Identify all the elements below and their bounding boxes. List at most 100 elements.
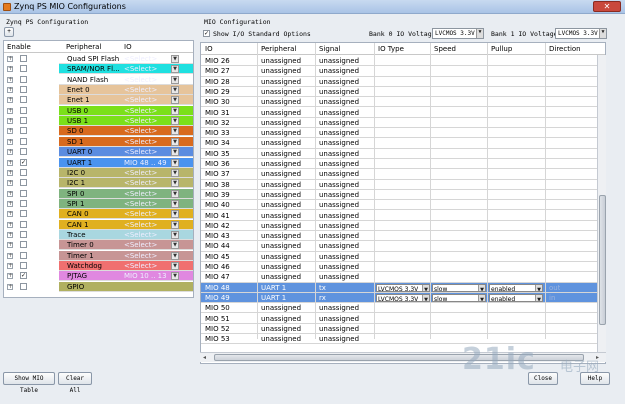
io-dropdown-icon[interactable]: ▼ <box>171 179 179 188</box>
peripheral-row[interactable]: + Quad SPI Flash <Select> ▼ <box>4 54 193 64</box>
peripheral-row[interactable]: + CAN 1 <Select> ▼ <box>4 219 193 230</box>
peripheral-row[interactable]: + Timer 1 <Select> ▼ <box>4 250 193 261</box>
io-dropdown-icon[interactable]: ▼ <box>171 148 179 157</box>
peripheral-row[interactable]: + SRAM/NOR Fl... <Select> ▼ <box>4 64 193 75</box>
expand-icon[interactable]: + <box>7 76 13 83</box>
enable-checkbox[interactable]: ✓ <box>20 158 27 166</box>
enable-checkbox[interactable] <box>20 148 27 156</box>
show-io-standard-checkbox[interactable]: ✓ <box>203 30 210 37</box>
bank1-dropdown-icon[interactable]: ▼ <box>599 29 606 38</box>
mio-table-horizontal-scrollbar[interactable]: ◂ ▸ <box>200 352 606 362</box>
peripheral-row[interactable]: + Trace <Select> ▼ <box>4 229 193 240</box>
enable-checkbox[interactable] <box>20 230 27 238</box>
enable-checkbox[interactable] <box>20 127 27 135</box>
enable-checkbox[interactable] <box>20 199 27 207</box>
enable-checkbox[interactable] <box>20 179 27 187</box>
peripheral-row[interactable]: + NAND Flash <Select> ▼ <box>4 74 193 85</box>
io-dropdown-icon[interactable]: ▼ <box>171 158 179 167</box>
show-mio-table-button[interactable]: Show MIO Table <box>3 372 55 394</box>
enable-checkbox[interactable] <box>20 210 27 218</box>
expand-icon[interactable]: + <box>7 138 13 145</box>
enable-checkbox[interactable]: ✓ <box>20 272 27 280</box>
expand-icon[interactable]: + <box>7 242 13 249</box>
io-dropdown-icon[interactable]: ▼ <box>171 262 179 270</box>
expand-icon[interactable]: + <box>7 128 13 135</box>
bank0-dropdown-icon[interactable]: ▼ <box>476 29 483 38</box>
window-close-button[interactable]: ✕ <box>593 1 621 12</box>
io-dropdown-icon[interactable]: ▼ <box>171 220 179 229</box>
expand-all-button[interactable]: + <box>4 27 14 37</box>
enable-checkbox[interactable] <box>20 262 27 269</box>
clear-all-button[interactable]: Clear All <box>58 372 92 394</box>
speed-select[interactable]: slow ▼ <box>432 293 486 302</box>
io-dropdown-icon[interactable]: ▼ <box>171 127 179 136</box>
io-dropdown-icon[interactable]: ▼ <box>171 65 179 74</box>
peripheral-row[interactable]: + SD 0 <Select> ▼ <box>4 126 193 137</box>
expand-icon[interactable]: + <box>7 200 13 207</box>
io-dropdown-icon[interactable]: ▼ <box>171 86 179 95</box>
mio-table-vertical-scrollbar[interactable] <box>597 55 606 352</box>
expand-icon[interactable]: + <box>7 231 13 238</box>
scroll-left-icon[interactable]: ◂ <box>203 354 206 361</box>
io-dropdown-icon[interactable]: ▼ <box>171 230 179 239</box>
peripheral-row[interactable]: + UART 0 <Select> ▼ <box>4 147 193 158</box>
expand-icon[interactable]: + <box>7 263 13 269</box>
expand-icon[interactable]: + <box>7 87 13 94</box>
io-dropdown-icon[interactable]: ▼ <box>171 210 179 219</box>
enable-checkbox[interactable] <box>20 75 27 83</box>
peripheral-row[interactable]: + SD 1 <Select> ▼ <box>4 136 193 147</box>
peripheral-row[interactable]: + Timer 0 <Select> ▼ <box>4 240 193 251</box>
enable-checkbox[interactable] <box>20 55 27 62</box>
peripheral-row[interactable]: + I2C 0 <Select> ▼ <box>4 167 193 178</box>
expand-icon[interactable]: + <box>7 190 13 197</box>
peripheral-row[interactable]: + ✓ PJTAG MIO 10 .. 13 ▼ <box>4 271 193 282</box>
expand-icon[interactable]: + <box>7 252 13 259</box>
peripheral-row[interactable]: + ✓ UART 1 MIO 48 .. 49 ▼ <box>4 157 193 168</box>
expand-icon[interactable]: + <box>7 283 13 290</box>
peripheral-row[interactable]: + CAN 0 <Select> ▼ <box>4 209 193 220</box>
bank1-voltage-select[interactable]: LVCMOS 3.3V ▼ <box>555 28 607 39</box>
expand-icon[interactable]: + <box>7 169 13 176</box>
io-type-select[interactable]: LVCMOS 3.3V ▼ <box>376 293 430 302</box>
io-dropdown-icon[interactable]: ▼ <box>171 137 179 146</box>
enable-checkbox[interactable] <box>20 86 27 94</box>
enable-checkbox[interactable] <box>20 251 27 259</box>
enable-checkbox[interactable] <box>20 106 27 114</box>
peripheral-row[interactable]: + GPIO <box>4 281 193 292</box>
speed-select[interactable]: slow ▼ <box>432 283 486 292</box>
enable-checkbox[interactable] <box>20 65 27 73</box>
enable-checkbox[interactable] <box>20 137 27 145</box>
expand-icon[interactable]: + <box>7 211 13 218</box>
enable-checkbox[interactable] <box>20 189 27 197</box>
io-dropdown-icon[interactable]: ▼ <box>171 199 179 208</box>
expand-icon[interactable]: + <box>7 107 13 114</box>
expand-icon[interactable]: + <box>7 273 13 280</box>
enable-checkbox[interactable] <box>20 96 27 104</box>
peripheral-row[interactable]: + Enet 0 <Select> ▼ <box>4 85 193 96</box>
io-dropdown-icon[interactable]: ▼ <box>171 168 179 177</box>
enable-checkbox[interactable] <box>20 168 27 176</box>
io-dropdown-icon[interactable]: ▼ <box>171 272 179 281</box>
peripheral-row[interactable]: + SPI 1 <Select> ▼ <box>4 198 193 209</box>
vertical-scroll-thumb[interactable] <box>599 195 606 325</box>
peripheral-row[interactable]: + I2C 1 <Select> ▼ <box>4 178 193 189</box>
io-type-select[interactable]: LVCMOS 3.3V ▼ <box>376 283 430 292</box>
enable-checkbox[interactable] <box>20 241 27 249</box>
io-dropdown-icon[interactable]: ▼ <box>171 117 179 126</box>
io-dropdown-icon[interactable]: ▼ <box>171 106 179 115</box>
pullup-select[interactable]: enabled ▼ <box>489 283 543 292</box>
peripheral-row[interactable]: + Watchdog <Select> ▼ <box>4 261 193 271</box>
io-type-dropdown-icon[interactable]: ▼ <box>422 294 429 301</box>
expand-icon[interactable]: + <box>7 66 13 73</box>
enable-checkbox[interactable] <box>20 220 27 228</box>
io-dropdown-icon[interactable]: ▼ <box>171 96 179 105</box>
speed-dropdown-icon[interactable]: ▼ <box>478 284 485 291</box>
bank0-voltage-select[interactable]: LVCMOS 3.3V ▼ <box>432 28 484 39</box>
expand-icon[interactable]: + <box>7 56 13 62</box>
io-dropdown-icon[interactable]: ▼ <box>171 75 179 84</box>
pullup-select[interactable]: enabled ▼ <box>489 293 543 302</box>
expand-icon[interactable]: + <box>7 118 13 125</box>
io-dropdown-icon[interactable]: ▼ <box>171 189 179 198</box>
enable-checkbox[interactable] <box>20 282 27 290</box>
expand-icon[interactable]: + <box>7 149 13 156</box>
